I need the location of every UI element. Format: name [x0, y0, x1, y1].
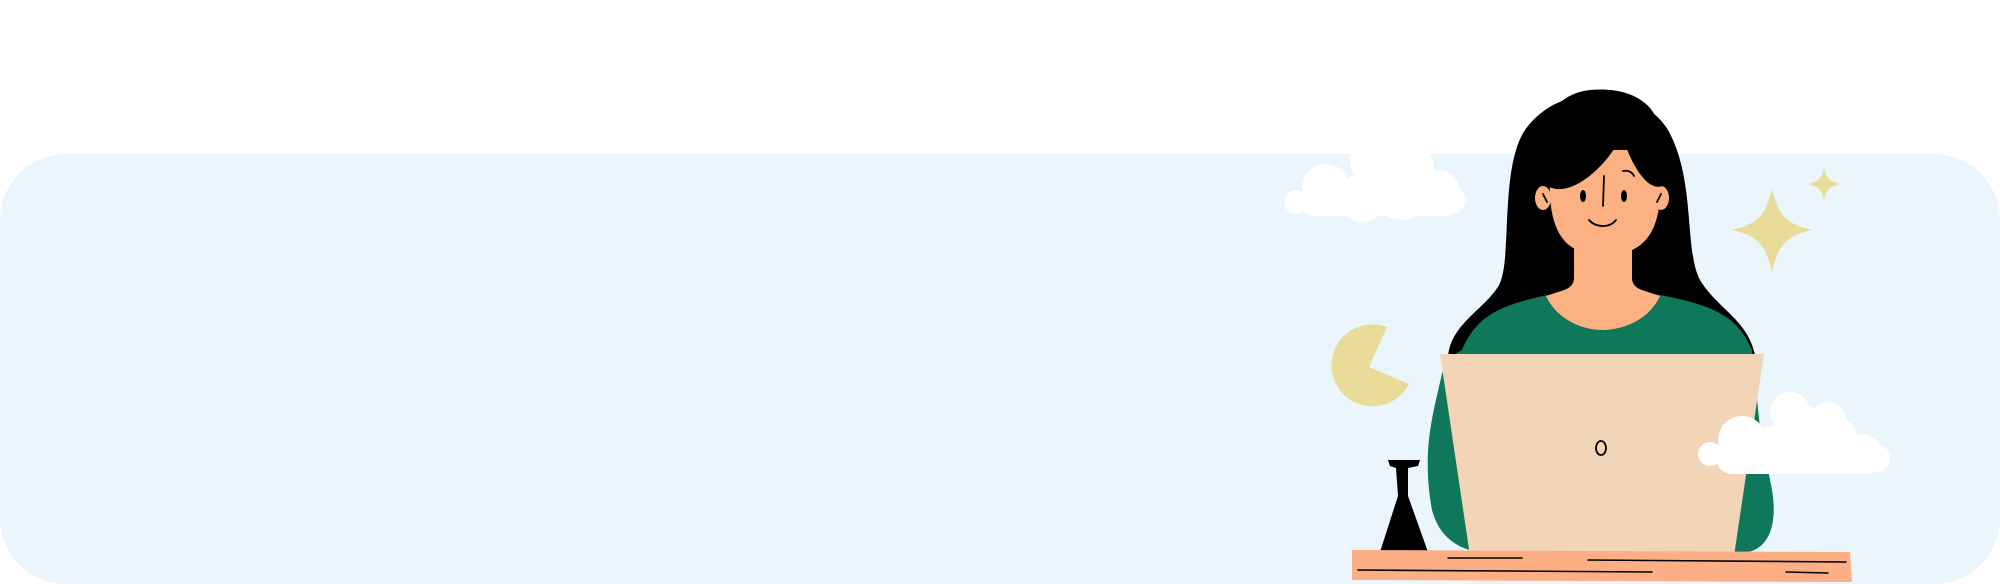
sparkle-icon [1732, 168, 1840, 272]
hero-banner [0, 0, 2000, 584]
left-ear [1535, 186, 1551, 210]
left-eye [1580, 190, 1586, 202]
right-eye [1621, 190, 1627, 202]
hero-illustration [1284, 89, 1890, 582]
cloud-icon [1284, 134, 1466, 222]
lamp-icon [1380, 460, 1428, 552]
desk [1352, 550, 1852, 582]
right-ear [1653, 186, 1669, 210]
pie-shape-icon [1331, 324, 1409, 407]
